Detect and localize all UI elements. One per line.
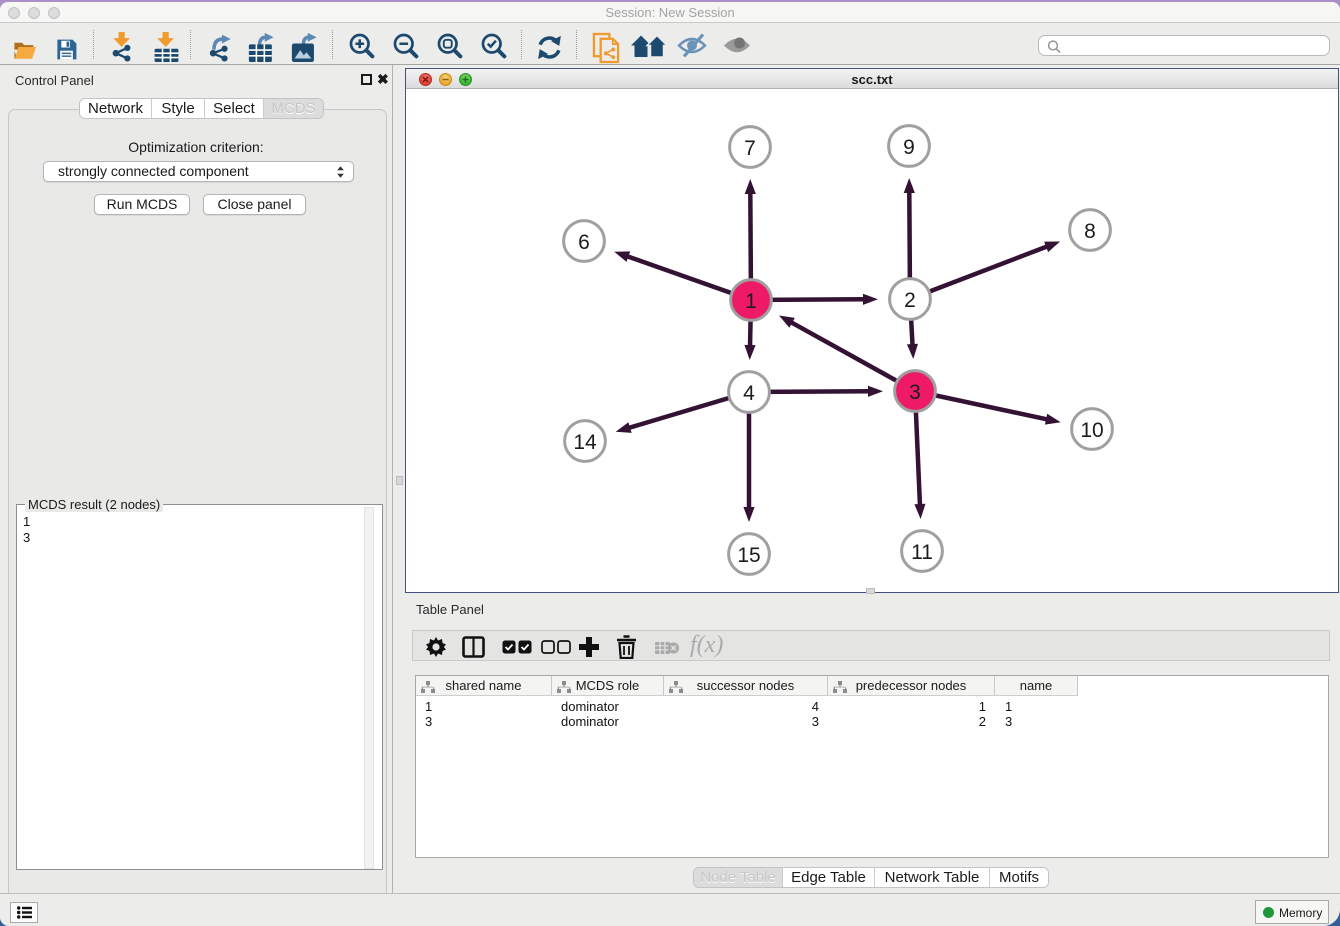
svg-text:15: 15	[737, 544, 760, 567]
svg-text:7: 7	[744, 137, 756, 160]
svg-text:4: 4	[743, 382, 755, 405]
svg-text:3: 3	[909, 381, 921, 404]
svg-text:10: 10	[1080, 419, 1103, 442]
svg-text:11: 11	[911, 541, 933, 564]
svg-text:6: 6	[578, 231, 590, 254]
svg-text:1: 1	[745, 290, 757, 313]
svg-text:14: 14	[573, 431, 597, 454]
svg-text:8: 8	[1084, 220, 1096, 243]
svg-text:2: 2	[904, 289, 916, 312]
svg-text:9: 9	[903, 136, 915, 159]
